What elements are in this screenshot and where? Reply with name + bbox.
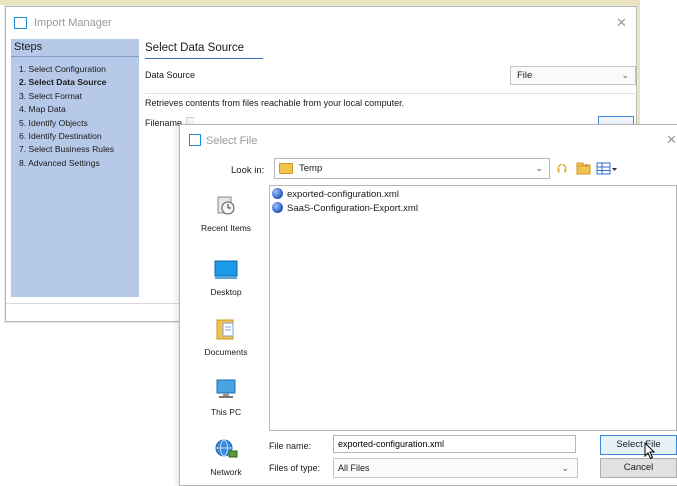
import-manager-titlebar: Import Manager ✕ xyxy=(6,7,636,37)
place-label: Recent Items xyxy=(200,223,252,233)
close-icon[interactable]: ✕ xyxy=(616,15,627,31)
files-of-type-label: Files of type: xyxy=(269,463,321,473)
view-menu-icon[interactable] xyxy=(596,162,618,177)
list-item[interactable]: exported-configuration.xml xyxy=(272,188,399,202)
step-item[interactable]: 3. Select Format xyxy=(19,90,114,103)
place-desktop[interactable]: Desktop xyxy=(186,259,266,297)
cancel-button[interactable]: Cancel xyxy=(600,458,677,478)
svg-text:*: * xyxy=(585,164,588,171)
app-window-icon xyxy=(14,17,27,29)
look-in-select[interactable]: Temp ⌄ xyxy=(274,158,550,179)
page-title: Select Data Source xyxy=(145,42,245,54)
step-item[interactable]: 5. Identify Objects xyxy=(19,117,114,130)
folder-icon xyxy=(279,163,293,174)
chevron-down-icon: ⌄ xyxy=(561,463,569,473)
look-in-label: Look in: xyxy=(231,165,265,176)
data-source-select[interactable]: File ⌄ xyxy=(510,66,636,85)
window-title: Import Manager xyxy=(34,17,112,29)
background-edge-top xyxy=(0,0,640,5)
data-source-value: File xyxy=(517,70,533,81)
app-window-icon xyxy=(189,134,201,146)
steps-header: Steps xyxy=(11,39,139,57)
xml-file-icon xyxy=(272,202,283,213)
step-item[interactable]: 6. Identify Destination xyxy=(19,130,114,143)
file-list[interactable]: exported-configuration.xml SaaS-Configur… xyxy=(269,185,677,431)
step-item[interactable]: 4. Map Data xyxy=(19,103,114,116)
list-item[interactable]: SaaS-Configuration-Export.xml xyxy=(272,202,418,216)
up-folder-icon[interactable]: ⮉ xyxy=(557,162,567,175)
file-name: SaaS-Configuration-Export.xml xyxy=(287,203,418,215)
documents-icon xyxy=(186,317,266,343)
step-item[interactable]: 1. Select Configuration xyxy=(19,63,114,76)
desktop-icon xyxy=(186,259,266,283)
data-source-label: Data Source xyxy=(145,70,196,80)
data-source-description: Retrieves contents from files reachable … xyxy=(145,98,405,108)
chevron-down-icon: ⌄ xyxy=(535,163,543,173)
steps-list: 1. Select Configuration 2. Select Data S… xyxy=(19,63,114,170)
files-of-type-value: All Files xyxy=(338,463,370,473)
place-this-pc[interactable]: This PC xyxy=(186,377,266,417)
network-icon xyxy=(186,437,266,463)
chevron-down-icon: ⌄ xyxy=(621,70,629,80)
place-documents[interactable]: Documents xyxy=(186,317,266,357)
place-network[interactable]: Network xyxy=(186,437,266,477)
dialog-title: Select File xyxy=(206,135,258,147)
file-name-label: File name: xyxy=(269,441,312,451)
place-label: Desktop xyxy=(210,287,242,297)
select-file-button[interactable]: Select File xyxy=(600,435,677,455)
xml-file-icon xyxy=(272,188,283,199)
file-name-input[interactable] xyxy=(333,435,576,453)
divider xyxy=(145,93,638,94)
place-label: This PC xyxy=(210,407,242,417)
recent-items-icon xyxy=(186,193,266,219)
look-in-value: Temp xyxy=(299,163,323,174)
places-bar: Recent Items Desktop Documents This PC N… xyxy=(186,187,266,485)
step-item[interactable]: 7. Select Business Rules xyxy=(19,143,114,156)
step-item-active[interactable]: 2. Select Data Source xyxy=(19,76,114,89)
files-of-type-select[interactable]: All Files ⌄ xyxy=(333,458,578,478)
place-recent-items[interactable]: Recent Items xyxy=(186,193,266,233)
close-icon[interactable]: ✕ xyxy=(666,132,677,148)
file-name: exported-configuration.xml xyxy=(287,189,399,201)
select-file-dialog: Select File ✕ Look in: Temp ⌄ ⮉ * Recent… xyxy=(179,124,677,486)
this-pc-icon xyxy=(186,377,266,403)
place-label: Documents xyxy=(204,347,248,357)
steps-panel: Steps 1. Select Configuration 2. Select … xyxy=(11,39,139,297)
step-item[interactable]: 8. Advanced Settings xyxy=(19,157,114,170)
heading-underline xyxy=(145,58,263,59)
place-label: Network xyxy=(210,467,242,477)
filename-label: Filename xyxy=(145,118,183,128)
new-folder-icon[interactable]: * xyxy=(576,162,592,177)
